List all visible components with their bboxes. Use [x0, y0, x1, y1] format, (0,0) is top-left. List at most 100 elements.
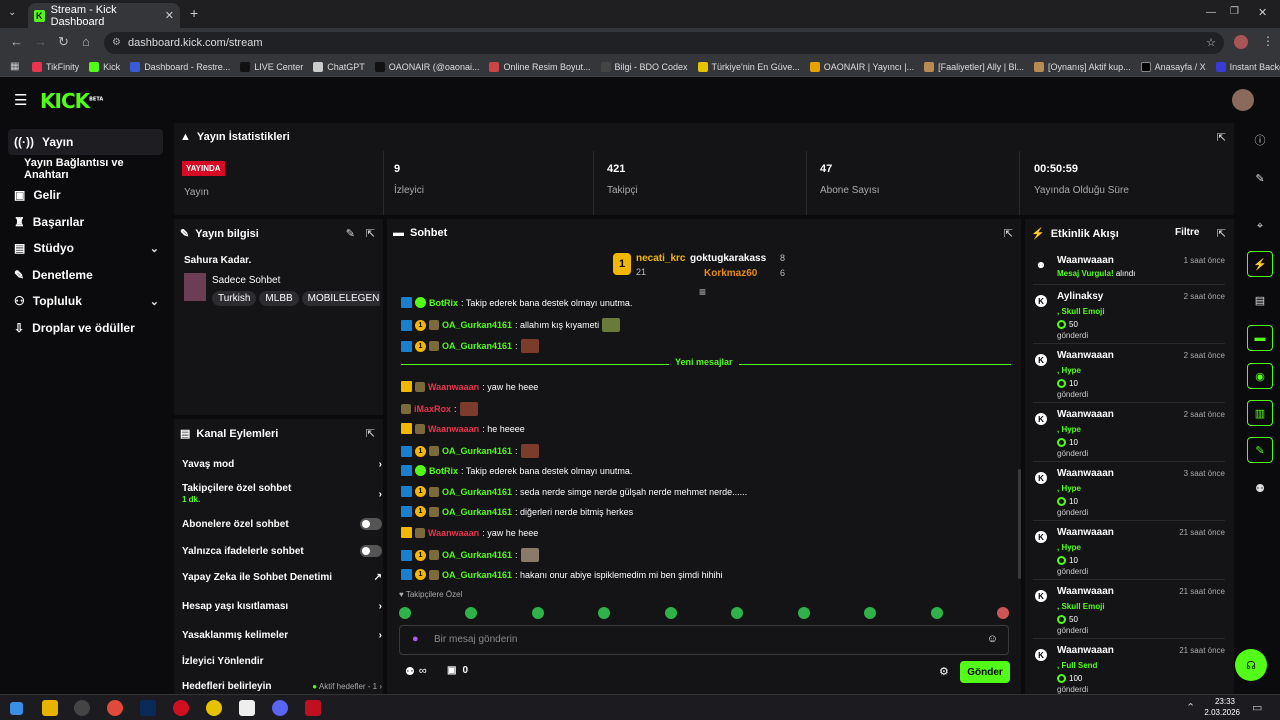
site-info-icon[interactable]: ⚙: [112, 32, 121, 54]
chest-counter[interactable]: ▣ 0: [447, 665, 468, 676]
broadcast-icon[interactable]: ◉: [1247, 363, 1273, 389]
chat-message[interactable]: Waanwaaan: he heeee: [401, 423, 525, 434]
chat-message[interactable]: BotRix: Takip ederek bana destek olmayı …: [401, 465, 632, 476]
lightning-icon[interactable]: ⚡: [1247, 251, 1273, 277]
followers-chat-row[interactable]: Takipçilere özel sohbet 1 dk. ›: [182, 483, 382, 505]
activity-item[interactable]: K Waanwaaan 3 saat önce , Hype 10 gönder…: [1033, 464, 1225, 521]
bookmark-item[interactable]: Kick: [89, 61, 120, 72]
chat-message[interactable]: 1 OA_Gurkan4161: seda nerde simge nerde g…: [401, 486, 747, 497]
viewer-redirect-row[interactable]: İzleyici Yönlendir: [182, 656, 382, 667]
support-headset-icon[interactable]: ☊: [1235, 649, 1267, 681]
browser-tab[interactable]: K Stream - Kick Dashboard ✕: [28, 3, 180, 28]
popout-icon[interactable]: ⇱: [1004, 227, 1013, 240]
emote-icon[interactable]: [465, 607, 478, 619]
emote-icon[interactable]: [996, 607, 1009, 619]
channel-points[interactable]: ⚉ ∞: [405, 665, 427, 678]
hamburger-menu-icon[interactable]: ☰: [14, 91, 27, 109]
activity-item[interactable]: ⚉ Waanwaaan 1 saat önce Mesaj Vurgula! a…: [1033, 251, 1225, 285]
sidebar-item-community[interactable]: ⚇ Topluluk ⌄: [8, 288, 163, 314]
edit-icon[interactable]: ✎: [1247, 165, 1273, 191]
emote-chat-toggle[interactable]: [360, 545, 382, 557]
points-icon[interactable]: ⚉: [1247, 475, 1273, 501]
emote-icon[interactable]: [399, 607, 411, 619]
info-icon[interactable]: ⓘ: [1247, 127, 1273, 153]
notification-icon[interactable]: ▭: [1252, 701, 1262, 714]
edit-icon[interactable]: ✎: [346, 227, 355, 240]
chat-message[interactable]: Waanwaaan: yaw he heee: [401, 527, 538, 538]
activity-item[interactable]: K Waanwaaan 2 saat önce , Hype 10 gönder…: [1033, 346, 1225, 403]
browser-menu-icon[interactable]: ⋮: [1262, 34, 1274, 48]
subs-chat-toggle[interactable]: [360, 518, 382, 530]
focus-icon[interactable]: ⌖: [1247, 213, 1273, 239]
bookmark-item[interactable]: Dashboard - Restre...: [130, 61, 230, 72]
discord-icon[interactable]: [272, 700, 288, 716]
bookmark-item[interactable]: ChatGPT: [313, 61, 365, 72]
bookmark-item[interactable]: LIVE Center: [240, 61, 303, 72]
maximize-icon[interactable]: ❐: [1230, 6, 1239, 17]
capcut-icon[interactable]: [239, 700, 255, 716]
bookmark-item[interactable]: OAONAIR | Yayıncı |...: [809, 61, 914, 72]
sidebar-item-stream-key[interactable]: Yayın Bağlantısı ve Anahtarı: [8, 156, 163, 182]
chat-message[interactable]: 1 OA_Gurkan4161:: [401, 444, 539, 458]
profile-avatar-icon[interactable]: [1234, 35, 1248, 49]
bookmark-item[interactable]: Instant Background...: [1215, 61, 1280, 72]
close-window-icon[interactable]: ✕: [1258, 6, 1267, 19]
emoji-picker-icon[interactable]: ☺: [987, 633, 998, 645]
sidebar-item-stream[interactable]: ((·)) Yayın: [8, 129, 163, 155]
activity-item[interactable]: K Aylinaksy 2 saat önce , Skull Emoji 50…: [1033, 287, 1225, 344]
ai-moderation-row[interactable]: Yapay Zeka ile Sohbet Denetimi ↗: [182, 572, 382, 583]
chat-message[interactable]: Waanwaaan: yaw he heee: [401, 381, 538, 392]
obs-icon[interactable]: [74, 700, 90, 716]
chrome-icon[interactable]: [107, 700, 123, 716]
bookmark-item[interactable]: OAONAIR (@oaonai...: [374, 61, 479, 72]
emote-icon[interactable]: [731, 607, 744, 619]
app-icon[interactable]: [305, 700, 321, 716]
popout-icon[interactable]: ⇱: [1217, 227, 1226, 240]
minimize-icon[interactable]: —: [1206, 7, 1216, 18]
document-icon[interactable]: ▤: [1247, 287, 1273, 313]
top-gifter-name[interactable]: necati_krc: [636, 253, 685, 264]
close-tab-icon[interactable]: ✕: [165, 9, 174, 22]
back-icon[interactable]: ←: [10, 34, 23, 49]
apps-grid-icon[interactable]: ▦: [10, 61, 19, 72]
photoshop-icon[interactable]: [140, 700, 156, 716]
emote-icon[interactable]: [598, 607, 611, 619]
bookmark-item[interactable]: TikFinity: [32, 61, 79, 72]
chat-message[interactable]: 1 OA_Gurkan4161: diğerleri nerde bitmiş h…: [401, 506, 633, 517]
chat-message[interactable]: 1 OA_Gurkan4161: hakanı onur abiye ispikl…: [401, 569, 723, 580]
reload-icon[interactable]: ↻: [58, 34, 69, 50]
bookmark-star-icon[interactable]: ☆: [1206, 32, 1216, 54]
system-tray-chevron-icon[interactable]: ⌃: [1186, 701, 1195, 714]
chat-scrollbar[interactable]: [1018, 469, 1021, 579]
slow-mode-row[interactable]: Yavaş mod ›: [182, 459, 382, 470]
emote-icon[interactable]: [864, 607, 877, 619]
activity-item[interactable]: K Waanwaaan 21 saat önce , Full Send 100…: [1033, 641, 1225, 694]
sidebar-item-achievements[interactable]: ♜ Başarılar: [8, 209, 163, 235]
chat-message[interactable]: 1 OA_Gurkan4161:: [401, 548, 539, 562]
bookmark-item[interactable]: [Faaliyetler] Ally | Bl...: [924, 61, 1024, 72]
popout-icon[interactable]: ⇱: [1217, 131, 1226, 144]
settings-gear-icon[interactable]: ⚙: [939, 665, 949, 678]
bookmark-item[interactable]: [Oynanış] Aktif kup...: [1034, 61, 1131, 72]
account-age-row[interactable]: Hesap yaşı kısıtlaması ›: [182, 601, 382, 612]
layout-icon[interactable]: ▥: [1247, 400, 1273, 426]
app-icon[interactable]: [206, 700, 222, 716]
send-button[interactable]: Gönder: [960, 661, 1010, 683]
popout-icon[interactable]: ⇱: [366, 227, 375, 240]
opera-icon[interactable]: [173, 700, 189, 716]
activity-item[interactable]: K Waanwaaan 21 saat önce , Hype 10 gönde…: [1033, 523, 1225, 580]
sidebar-item-drops[interactable]: ⇩ Droplar ve ödüller: [8, 315, 163, 341]
gifter-2-name[interactable]: goktugkarakass: [690, 253, 766, 264]
chat-icon[interactable]: ▬: [1247, 325, 1273, 351]
new-tab-icon[interactable]: +: [190, 5, 198, 21]
gifter-3-name[interactable]: Korkmaz60: [704, 268, 757, 279]
bookmark-item[interactable]: Online Resim Boyut...: [489, 61, 591, 72]
pin-collapse-icon[interactable]: ≡: [699, 285, 706, 299]
sidebar-item-moderation[interactable]: ✎ Denetleme: [8, 262, 163, 288]
filter-button[interactable]: Filtre: [1175, 227, 1199, 238]
forward-icon[interactable]: →: [34, 34, 47, 49]
emote-icon[interactable]: [531, 607, 544, 619]
banned-words-row[interactable]: Yasaklanmış kelimeler ›: [182, 630, 382, 641]
activity-item[interactable]: K Waanwaaan 2 saat önce , Hype 10 gönder…: [1033, 405, 1225, 462]
chat-message[interactable]: BotRix: Takip ederek bana destek olmayı …: [401, 297, 632, 308]
